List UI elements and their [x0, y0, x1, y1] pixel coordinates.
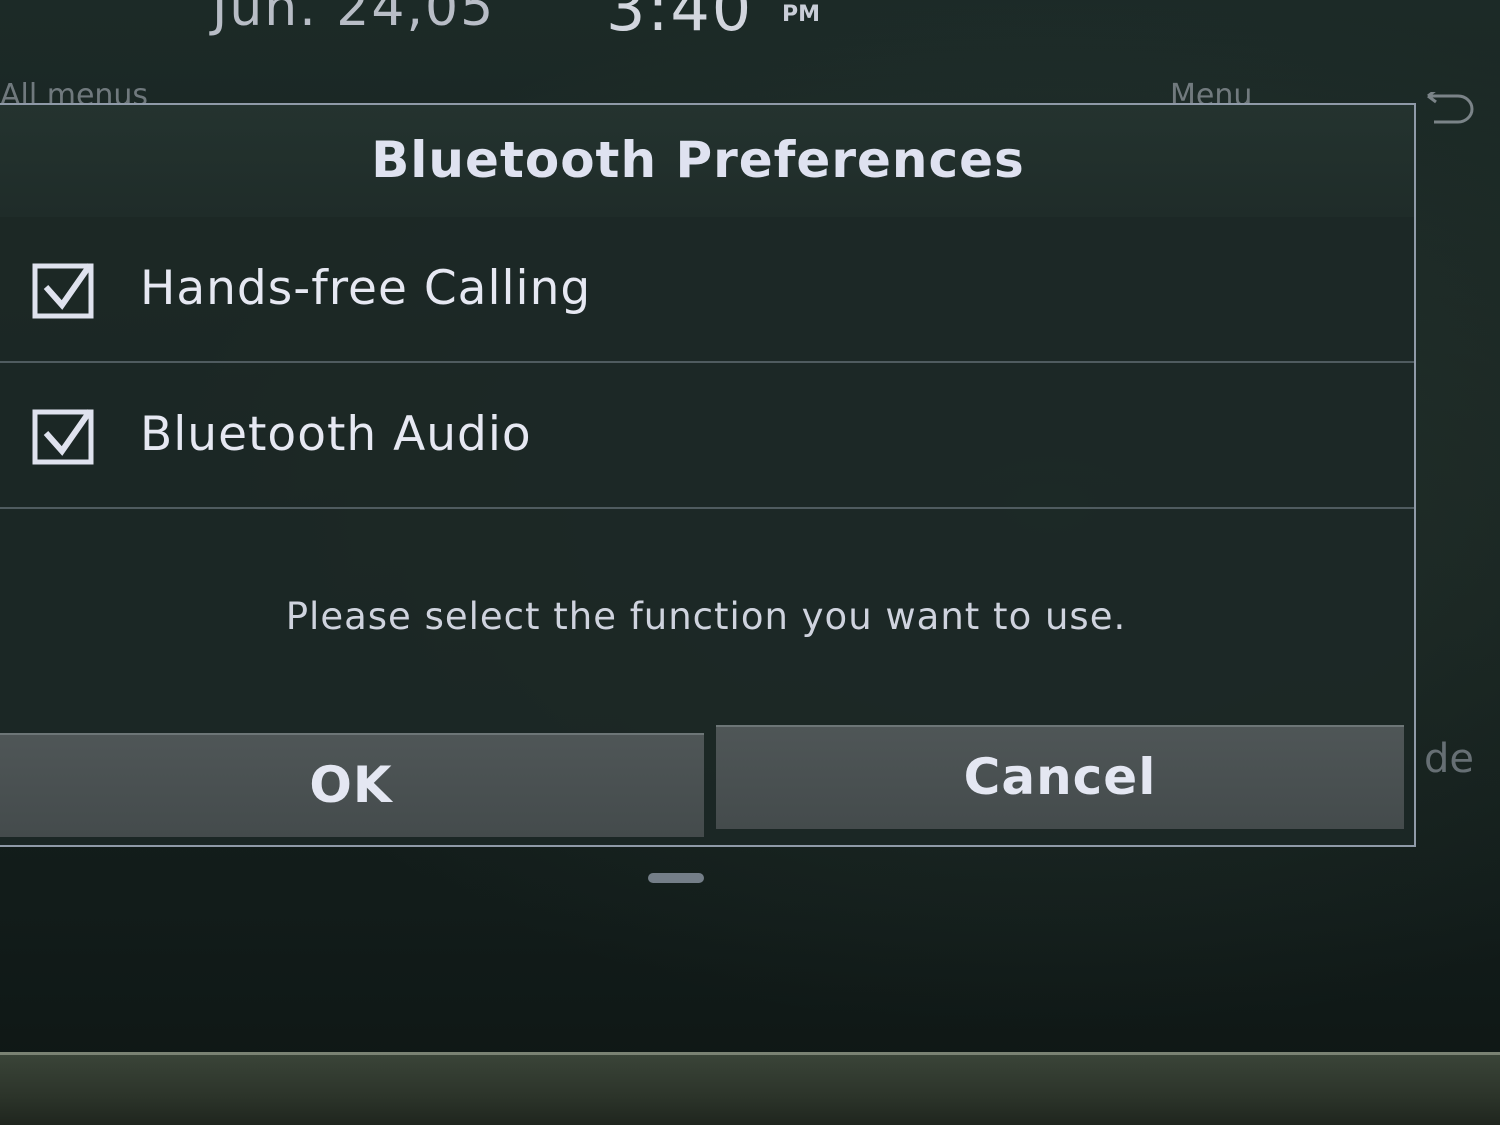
status-date: Jun. 24,05	[212, 0, 496, 38]
back-arrow-icon	[1427, 92, 1474, 124]
checkbox-checked-icon[interactable]	[32, 407, 94, 465]
background-all-menus-label: All menus	[0, 78, 149, 104]
dialog-message: Please select the function you want to u…	[285, 595, 1127, 638]
option-hands-free-calling[interactable]: Hands-free Calling	[0, 217, 1414, 363]
drag-handle[interactable]	[648, 873, 704, 883]
bluetooth-preferences-dialog: Bluetooth Preferences Hands-free Calling…	[0, 103, 1416, 847]
status-time: 3:40	[606, 0, 754, 45]
option-label-hands-free-calling: Hands-free Calling	[140, 261, 592, 316]
background-right-label: de	[1424, 736, 1474, 782]
checkbox-checked-icon[interactable]	[32, 261, 94, 319]
option-bluetooth-audio[interactable]: Bluetooth Audio	[0, 363, 1414, 509]
status-ampm: PM	[782, 2, 821, 27]
dialog-header: Bluetooth Preferences	[0, 105, 1414, 217]
infotainment-screen: Jun. 24,05 3:40 PM All menus Menu de Blu…	[0, 0, 1500, 1125]
option-label-bluetooth-audio: Bluetooth Audio	[140, 407, 532, 462]
background-menu-label: Menu	[1170, 78, 1253, 104]
screen-bezel	[0, 1052, 1500, 1125]
ok-button[interactable]: OK	[0, 733, 704, 837]
cancel-button[interactable]: Cancel	[716, 725, 1404, 829]
dialog-title: Bluetooth Preferences	[371, 131, 1025, 189]
status-bar: Jun. 24,05 3:40 PM	[0, 0, 1500, 45]
